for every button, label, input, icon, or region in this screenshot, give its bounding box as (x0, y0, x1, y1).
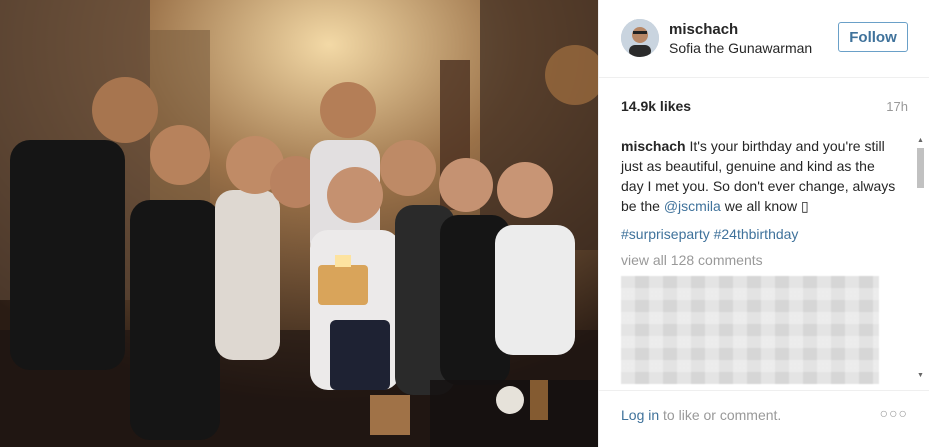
post-header: mischach Sofia the Gunawarman Follow (599, 0, 929, 78)
likes-count[interactable]: 14.9k likes (621, 98, 691, 114)
avatar-image (621, 19, 659, 57)
avatar[interactable] (621, 19, 659, 57)
location[interactable]: Sofia the Gunawarman (669, 40, 812, 56)
post-photo[interactable] (0, 0, 598, 447)
username[interactable]: mischach (669, 21, 738, 38)
login-link[interactable]: Log in (621, 407, 659, 423)
caption-mention[interactable]: @jscmila (664, 198, 721, 214)
comments-scrollbar[interactable]: ▲ ▼ (916, 136, 925, 380)
post-footer: Log in to like or comment. ○○○ (599, 390, 929, 448)
blurred-comments (621, 276, 879, 384)
caption-username[interactable]: mischach (621, 138, 686, 154)
more-options-icon[interactable]: ○○○ (880, 405, 908, 421)
login-prompt: Log in to like or comment. (621, 407, 781, 423)
post-time[interactable]: 17h (886, 99, 908, 114)
login-prompt-text: to like or comment. (659, 407, 782, 423)
view-all-comments-link[interactable]: view all 128 comments (621, 252, 763, 268)
follow-button[interactable]: Follow (838, 22, 908, 52)
caption-text-after: we all know (720, 198, 798, 214)
emoji-icon: ▯ (800, 198, 809, 214)
hashtags[interactable]: #surpriseparty #24thbirthday (621, 226, 798, 242)
scroll-down-icon[interactable]: ▼ (916, 371, 925, 380)
post-side-panel: mischach Sofia the Gunawarman Follow 14.… (598, 0, 929, 447)
scroll-up-icon[interactable]: ▲ (916, 136, 925, 145)
scrollbar-thumb[interactable] (917, 148, 924, 188)
caption: mischach It's your birthday and you're s… (621, 136, 901, 216)
party-photo-image (0, 0, 598, 447)
